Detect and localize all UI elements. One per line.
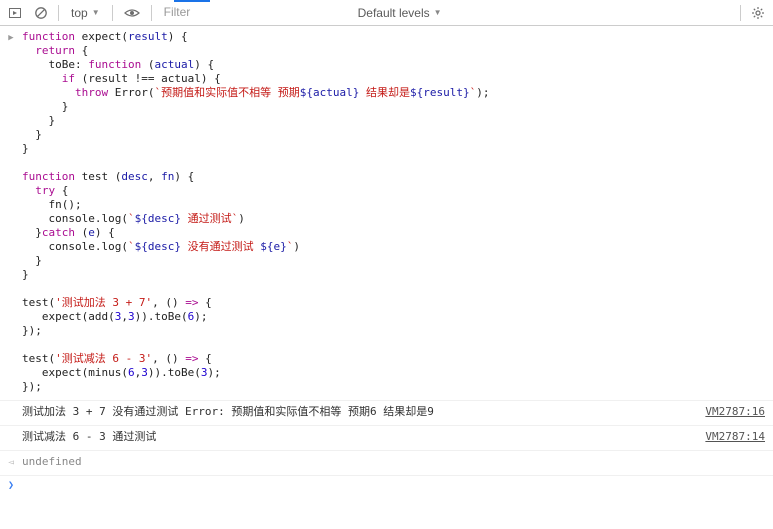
console-body: function expect(result) { return { toBe:… <box>0 26 773 529</box>
console-log-row: 测试减法 6 - 3 通过测试VM2787:14 <box>0 426 773 451</box>
toolbar-separator <box>58 5 59 21</box>
chevron-down-icon: ▼ <box>434 8 442 17</box>
log-message: 测试减法 6 - 3 通过测试 <box>22 428 705 448</box>
console-prompt-row[interactable]: ❯ <box>0 476 773 493</box>
execution-context-select[interactable]: top ▼ <box>67 6 104 20</box>
log-levels-select[interactable]: Default levels ▼ <box>358 6 442 20</box>
active-tab-indicator <box>174 0 210 2</box>
log-gutter <box>0 403 22 405</box>
toolbar-separator <box>740 5 741 21</box>
console-input-row: function expect(result) { return { toBe:… <box>0 26 773 401</box>
chevron-down-icon: ▼ <box>92 8 100 17</box>
log-gutter <box>0 428 22 430</box>
log-message: 测试加法 3 + 7 没有通过测试 Error: 预期值和实际值不相等 预期6 … <box>22 403 705 423</box>
console-return-row: undefined <box>0 451 773 476</box>
output-marker-icon <box>0 453 22 468</box>
live-expression-icon[interactable] <box>123 4 141 22</box>
log-levels-label: Default levels <box>358 6 430 20</box>
prompt-input[interactable] <box>22 478 773 484</box>
return-value: undefined <box>22 453 773 473</box>
settings-icon[interactable] <box>749 4 767 22</box>
filter-input[interactable] <box>160 3 350 22</box>
console-log-row: 测试加法 3 + 7 没有通过测试 Error: 预期值和实际值不相等 预期6 … <box>0 401 773 426</box>
code-block[interactable]: function expect(result) { return { toBe:… <box>22 28 773 398</box>
clear-console-icon[interactable] <box>32 4 50 22</box>
log-source-link[interactable]: VM2787:16 <box>705 403 773 418</box>
console-toolbar: top ▼ Default levels ▼ <box>0 0 773 26</box>
execution-context-label: top <box>71 6 88 20</box>
toolbar-separator <box>112 5 113 21</box>
input-marker-icon <box>0 28 22 43</box>
toolbar-separator <box>151 5 152 21</box>
prompt-marker-icon: ❯ <box>0 478 22 491</box>
log-source-link[interactable]: VM2787:14 <box>705 428 773 443</box>
toggle-sidebar-icon[interactable] <box>6 4 24 22</box>
